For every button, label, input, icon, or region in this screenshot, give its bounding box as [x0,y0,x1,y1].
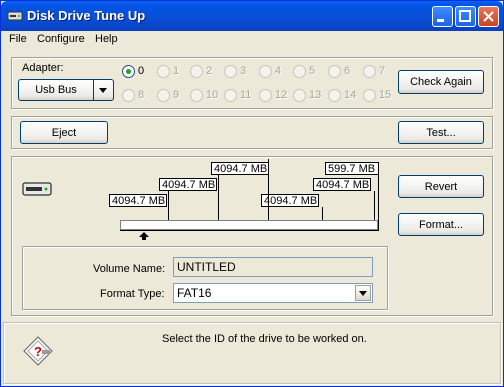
arrow-up-icon [139,232,149,240]
format-type-label: Format Type: [100,288,165,300]
partition-size-label[interactable]: 4094.7 MB [159,178,217,191]
adapter-select-value: Usb Bus [35,84,77,96]
id-radio-13[interactable] [293,89,306,102]
partition-divider [378,175,379,231]
chevron-down-icon [359,291,367,296]
adapter-label: Adapter: [22,62,64,74]
id-radio-1[interactable] [157,65,170,78]
minimize-icon [437,19,444,22]
id-radio-12[interactable] [259,89,272,102]
id-radio-14[interactable] [328,89,341,102]
eject-button[interactable]: Eject [20,121,108,144]
id-label-14: 14 [344,89,357,101]
menu-configure[interactable]: Configure [37,33,85,45]
id-label-2: 2 [206,65,213,77]
id-radio-11[interactable] [224,89,237,102]
app-drive-icon [7,9,23,22]
id-label-9: 9 [173,89,180,101]
id-label-6: 6 [344,65,351,77]
menu-file[interactable]: File [9,33,27,45]
title-bar[interactable]: Disk Drive Tune Up [1,1,503,31]
id-label-11: 11 [240,89,252,101]
adapter-panel: Adapter: Usb Bus 0 1 2 3 4 5 6 7 8 9 10 … [11,57,493,109]
format-type-select[interactable]: FAT16 [173,283,373,303]
partition-size-label[interactable]: 4094.7 MB [109,194,167,207]
drive-icon [22,182,52,199]
id-label-13: 13 [309,89,322,101]
maximize-icon [459,10,471,22]
partition-size-label[interactable]: 4094.7 MB [211,162,269,175]
id-label-3: 3 [240,65,247,77]
close-button[interactable] [478,6,499,27]
id-radio-7[interactable] [363,65,376,78]
id-label-7: 7 [379,65,386,77]
id-label-15: 15 [379,89,392,101]
id-radio-3[interactable] [224,65,237,78]
partition-size-label[interactable]: 599.7 MB [325,162,379,175]
test-button[interactable]: Test... [398,121,484,144]
menu-bar: File Configure Help [1,31,503,49]
id-label-4: 4 [275,65,282,77]
disk-bar[interactable] [120,220,378,230]
id-label-5: 5 [309,65,316,77]
help-question-icon[interactable]: ? [22,335,54,367]
revert-button[interactable]: Revert [398,175,484,198]
actions-panel: Eject Test... [11,116,493,149]
main-window: Disk Drive Tune Up File Configure Help A… [0,0,504,387]
status-panel: ? Select the ID of the drive to be worke… [3,322,501,384]
id-radio-8[interactable] [122,89,135,102]
id-radio-9[interactable] [157,89,170,102]
disk-baseline [120,230,378,231]
check-again-button[interactable]: Check Again [398,70,484,94]
format-button[interactable]: Format... [398,213,484,236]
format-type-value: FAT16 [177,286,212,300]
chevron-down-icon [99,88,107,93]
id-radio-15[interactable] [363,89,376,102]
id-label-8: 8 [138,89,145,101]
id-radio-0[interactable] [122,65,135,78]
id-radio-10[interactable] [190,89,203,102]
id-radio-5[interactable] [293,65,306,78]
svg-text:?: ? [34,344,42,359]
id-radio-4[interactable] [259,65,272,78]
window-title: Disk Drive Tune Up [27,8,146,23]
partition-panel: 4094.7 MB 4094.7 MB 4094.7 MB 4094.7 MB … [11,156,493,316]
id-radio-2[interactable] [190,65,203,78]
partition-size-label[interactable]: 4094.7 MB [313,178,371,191]
id-label-0: 0 [138,65,145,77]
id-label-12: 12 [275,89,288,101]
partition-size-label[interactable]: 4094.7 MB [261,194,319,207]
id-radio-6[interactable] [328,65,341,78]
volume-name-label: Volume Name: [93,263,166,275]
minimize-button[interactable] [432,6,453,27]
close-icon [483,11,494,22]
maximize-button[interactable] [455,6,476,27]
id-label-1: 1 [173,65,180,77]
format-type-dropdown-button[interactable] [355,285,371,301]
volume-group: Volume Name: UNTITLED Format Type: FAT16 [22,246,388,310]
menu-help[interactable]: Help [95,33,118,45]
status-message: Select the ID of the drive to be worked … [162,333,367,345]
adapter-select[interactable]: Usb Bus [18,79,114,101]
volume-name-input[interactable]: UNTITLED [173,257,373,277]
select-divider [93,80,94,100]
id-label-10: 10 [206,89,219,101]
